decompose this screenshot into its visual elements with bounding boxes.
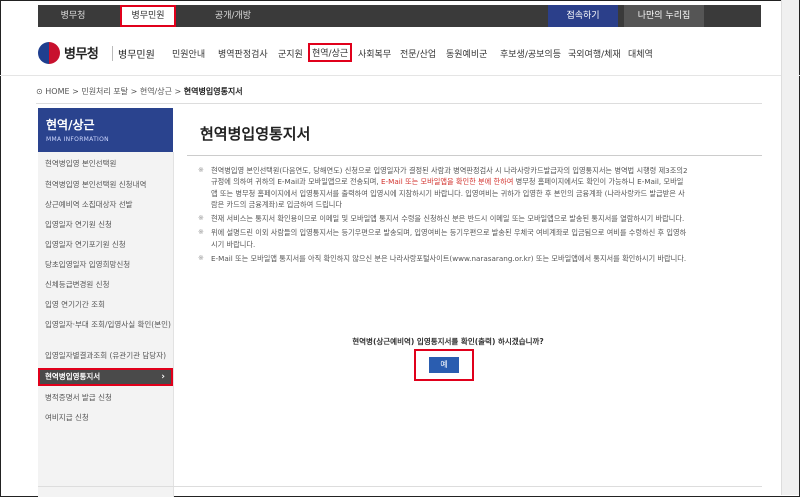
nav-item-expert-industry[interactable]: 전문/산업	[400, 47, 436, 60]
nav-item-exam[interactable]: 병역판정검사	[218, 47, 268, 60]
nav-item-overseas[interactable]: 국외여행/체재	[568, 47, 621, 60]
breadcrumb-divider	[36, 103, 762, 104]
sidebar-item-self-select[interactable]: 현역병입영 본인선택원	[38, 159, 173, 169]
logo-name: 병무청	[64, 47, 99, 62]
sidebar-item-result-lookup[interactable]: 입영일자별결과조회 (유관기관 담당자)	[38, 351, 173, 361]
sidebar: 현역병입영 본인선택원 현역병입영 본인선택원 신청내역 상근예비역 소집대상자…	[38, 152, 174, 497]
sidebar-item-label: 현역병입영통지서	[45, 372, 101, 381]
breadcrumb-portal[interactable]: 민원처리 포탈	[81, 87, 128, 96]
sidebar-header: 현역/상근 MMA INFORMATION	[38, 108, 173, 152]
sidebar-item-postpone[interactable]: 입영일자 연기원 신청	[38, 220, 173, 230]
scrollbar[interactable]	[781, 0, 799, 495]
note-mark-icon: ※	[198, 254, 204, 263]
header-divider	[0, 75, 800, 76]
top-utility-bar: 병무청 병무민원 공개/개방 접속하기 나만의 누리집	[38, 5, 761, 27]
sidebar-title: 현역/상근	[46, 118, 95, 132]
notice-item: ※ 현재 서비스는 통지서 확인용이므로 이메일 및 모바일앱 통지서 수령을 …	[198, 214, 685, 224]
note-mark-icon: ※	[198, 214, 204, 223]
notice-item: ※ 위에 설명드린 이외 사람들의 입영통지서는 등기우편으로 발송되며, 입영…	[198, 228, 687, 249]
breadcrumb: ⊙ HOME > 민원처리 포탈 > 현역/상근 > 현역병입영통지서	[36, 87, 243, 96]
site-logo[interactable]: 병무청 병무민원	[38, 40, 168, 68]
notice-item: ※ 현역병입영 본인선택원(다음연도, 당해연도) 신청으로 입영일자가 결정된…	[198, 166, 688, 209]
sidebar-item-certificate[interactable]: 병적증명서 발급 신청	[38, 393, 173, 403]
sidebar-item-postpone-cancel[interactable]: 입영일자 연기포기원 신청	[38, 240, 173, 250]
yes-button[interactable]: 예	[429, 357, 459, 373]
sidebar-item-unit-lookup[interactable]: 입영일자·부대 조회/입영사실 확인(본인)	[38, 320, 173, 330]
title-divider	[187, 155, 762, 156]
tab-mma[interactable]: 병무청	[38, 5, 108, 27]
sidebar-item-original-date[interactable]: 당초입영일자 입영희망신청	[38, 260, 173, 270]
my-page-button[interactable]: 나만의 누리집	[624, 5, 704, 27]
breadcrumb-active-duty[interactable]: 현역/상근	[140, 87, 172, 96]
logo-sub: 병무민원	[112, 46, 155, 61]
note-mark-icon: ※	[198, 166, 204, 174]
notice-list: ※ 현역병입영 본인선택원(다음연도, 당해연도) 신청으로 입영일자가 결정된…	[198, 165, 688, 267]
sidebar-item-reserve-selection[interactable]: 상근예비역 소집대상자 선발	[38, 200, 173, 210]
sidebar-item-travel-expense[interactable]: 여비지급 신청	[38, 413, 173, 423]
login-button[interactable]: 접속하기	[548, 5, 618, 27]
nav-item-social-service[interactable]: 사회복무	[358, 47, 391, 60]
yes-button-highlight: 예	[414, 349, 474, 381]
nav-item-reserve[interactable]: 동원예비군	[446, 47, 487, 60]
sidebar-item-grade-change[interactable]: 신체등급변경원 신청	[38, 280, 173, 290]
nav-item-civil-guide[interactable]: 민원안내	[172, 47, 205, 60]
notice-highlight: E-Mail 또는 모바일앱을 확인한 분에 한하여	[380, 177, 514, 187]
emblem-icon	[38, 42, 60, 64]
chevron-right-icon: ›	[161, 372, 165, 382]
tab-civil-service[interactable]: 병무민원	[120, 5, 176, 27]
sidebar-item-enlist-notice[interactable]: 현역병입영통지서 ›	[38, 368, 173, 386]
footer-divider	[38, 486, 762, 487]
sidebar-subtitle: MMA INFORMATION	[46, 136, 109, 143]
home-icon[interactable]: ⊙	[36, 87, 43, 96]
breadcrumb-home[interactable]: HOME	[45, 87, 69, 96]
nav-item-active-duty[interactable]: 현역/상근	[308, 43, 353, 62]
sidebar-item-postpone-period[interactable]: 입영 연기기간 조회	[38, 300, 173, 310]
nav-item-alternative[interactable]: 대체역	[628, 47, 653, 60]
page-title: 현역병입영통지서	[200, 125, 311, 143]
nav-item-candidate[interactable]: 후보생/공보의등	[500, 47, 561, 60]
tab-open-public[interactable]: 공개/개방	[188, 5, 278, 27]
notice-item: ※ E-Mail 또는 모바일앱 통지서를 아직 확인하지 않으신 분은 나라사…	[198, 254, 687, 264]
nav-item-enlist[interactable]: 군지원	[278, 47, 303, 60]
breadcrumb-current: 현역병입영통지서	[183, 87, 243, 96]
note-mark-icon: ※	[198, 228, 204, 237]
sidebar-item-self-select-history[interactable]: 현역병입영 본인선택원 신청내역	[38, 180, 173, 190]
confirm-question: 현역병(상근예비역) 입영통지서를 확인(출력) 하시겠습니까?	[352, 337, 544, 346]
